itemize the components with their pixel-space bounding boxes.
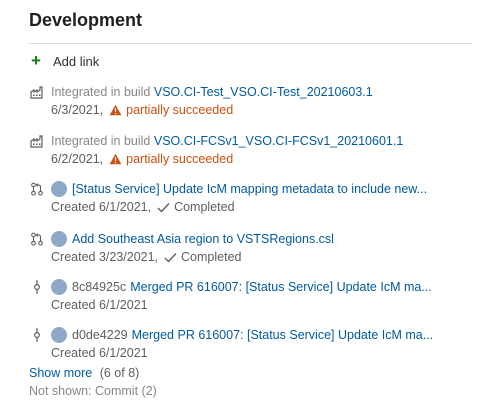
not-shown-text: Not shown: Commit (2): [29, 384, 157, 398]
pull-request-created: Created 6/1/2021,: [51, 200, 152, 214]
commit-hash[interactable]: 8c84925c: [72, 280, 126, 294]
pull-request-item: Add Southeast Asia region to VSTSRegions…: [29, 230, 474, 266]
commit-created: Created 6/1/2021: [51, 346, 148, 360]
pull-request-created: Created 3/23/2021,: [51, 250, 159, 264]
build-prefix: Integrated in build: [51, 134, 151, 148]
avatar: [51, 327, 67, 343]
section-divider: [29, 43, 472, 44]
pull-request-status-text: Completed: [174, 200, 235, 214]
pull-request-icon: [29, 231, 45, 247]
pull-request-item: [Status Service] Update IcM mapping meta…: [29, 180, 474, 216]
build-date: 6/2/2021,: [51, 152, 104, 166]
avatar: [51, 231, 67, 247]
commit-link[interactable]: Merged PR 616007: [Status Service] Updat…: [132, 328, 434, 342]
warning-triangle-icon: [109, 153, 122, 165]
build-status-text: partially succeeded: [126, 103, 234, 117]
build-status: partially succeeded: [103, 152, 233, 166]
pull-request-icon: [29, 181, 45, 197]
commit-created: Created 6/1/2021: [51, 298, 148, 312]
build-item: Integrated in build VSO.CI-Test_VSO.CI-T…: [29, 83, 474, 119]
checkmark-icon: [157, 202, 170, 213]
build-factory-icon: [29, 84, 45, 100]
section-title: Development: [29, 10, 143, 30]
build-item: Integrated in build VSO.CI-FCSv1_VSO.CI-…: [29, 132, 474, 168]
build-link[interactable]: VSO.CI-FCSv1_VSO.CI-FCSv1_20210601.1: [154, 134, 403, 148]
plus-icon: +: [31, 51, 41, 70]
commit-icon: [29, 327, 45, 343]
build-factory-icon: [29, 133, 45, 149]
commit-icon: [29, 279, 45, 295]
commit-hash[interactable]: d0de4229: [72, 328, 128, 342]
show-more-link[interactable]: Show more: [29, 366, 92, 380]
commit-item: d0de4229 Merged PR 616007: [Status Servi…: [29, 326, 474, 362]
checkmark-icon: [164, 252, 177, 263]
commit-link[interactable]: Merged PR 616007: [Status Service] Updat…: [130, 280, 432, 294]
pull-request-status: Completed: [164, 250, 241, 264]
add-link-label: Add link: [53, 53, 100, 69]
add-link-button[interactable]: + Add link: [31, 51, 100, 70]
build-prefix: Integrated in build: [51, 85, 151, 99]
build-status-text: partially succeeded: [126, 152, 234, 166]
avatar: [51, 181, 67, 197]
build-date: 6/3/2021,: [51, 103, 104, 117]
show-more-row: Show more (6 of 8): [29, 366, 139, 380]
commit-item: 8c84925c Merged PR 616007: [Status Servi…: [29, 278, 474, 314]
pull-request-link[interactable]: [Status Service] Update IcM mapping meta…: [72, 182, 427, 196]
build-link[interactable]: VSO.CI-Test_VSO.CI-Test_20210603.1: [154, 85, 373, 99]
build-status: partially succeeded: [103, 103, 233, 117]
pull-request-status: Completed: [157, 200, 235, 214]
show-more-count: (6 of 8): [99, 366, 140, 380]
warning-triangle-icon: [109, 104, 122, 116]
avatar: [51, 279, 67, 295]
pull-request-link[interactable]: Add Southeast Asia region to VSTSRegions…: [72, 232, 334, 246]
pull-request-status-text: Completed: [181, 250, 242, 264]
